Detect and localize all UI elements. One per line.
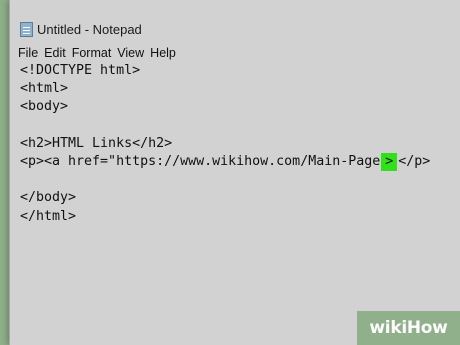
code-segment: </p> <box>398 153 431 169</box>
code-segment: <p><a href="https://www.wikihow.com/Main… <box>20 153 381 169</box>
window-title: Untitled - Notepad <box>37 21 142 37</box>
menu-help[interactable]: Help <box>150 46 176 60</box>
menu-file[interactable]: File <box>18 46 38 60</box>
code-line: <h2>HTML Links</h2> <box>20 135 173 151</box>
wikihow-watermark: wikiHow <box>357 311 460 345</box>
code-line: <!DOCTYPE html> <box>20 63 141 78</box>
watermark-logo: wikiHow <box>369 318 448 338</box>
notepad-icon <box>20 21 33 37</box>
highlighted-bracket: > <box>381 152 398 172</box>
menu-edit[interactable]: Edit <box>44 46 66 60</box>
code-line: <html> <box>20 81 69 97</box>
code-line: <body> <box>20 99 69 115</box>
menu-bar: File Edit Format View Help <box>10 43 460 63</box>
title-bar[interactable]: Untitled - Notepad <box>10 16 460 42</box>
code-line: </body> <box>20 190 77 206</box>
text-editor[interactable]: <!DOCTYPE html> <html> <body> <h2>HTML L… <box>10 62 460 345</box>
code-line-link: <p><a href="https://www.wikihow.com/Main… <box>20 152 460 172</box>
menu-format[interactable]: Format <box>72 46 112 60</box>
menu-view[interactable]: View <box>117 46 144 60</box>
code-line: </html> <box>20 208 77 224</box>
notepad-window: Untitled - Notepad File Edit Format View… <box>9 0 460 345</box>
